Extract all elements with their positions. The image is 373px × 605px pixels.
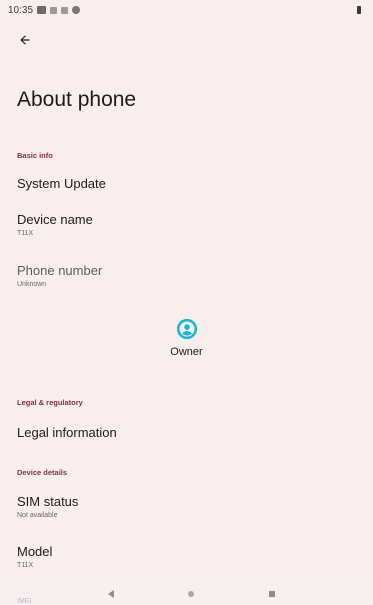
status-left: 10:35 [8,4,81,16]
square-icon [269,591,275,597]
legal-information-title: Legal information [17,425,117,440]
section-header-legal: Legal & regulatory [17,398,83,407]
legal-information-item[interactable]: Legal information [0,425,373,441]
phone-number-item[interactable]: Phone number Unknown [0,263,373,289]
back-button[interactable] [12,28,38,52]
system-update-item[interactable]: System Update [0,176,373,192]
device-name-title: Device name [17,212,93,227]
sim-icon [61,6,69,14]
page-title: About phone [17,88,137,111]
notification-icon [37,6,47,14]
triangle-left-icon [108,590,114,598]
status-time: 10:35 [8,4,34,16]
nav-recents-button[interactable] [265,587,279,601]
sim-status-summary: Not available [17,512,58,519]
system-update-title: System Update [17,176,106,191]
account-circle-icon [176,318,197,340]
settings-icon [72,6,81,14]
model-item[interactable]: Model T11X [0,544,373,570]
status-bar: 10:35 [0,0,373,20]
arrow-left-icon [20,35,30,45]
section-header-basic-info: Basic info [17,151,53,160]
partial-imei-text: IMEI [17,598,32,605]
device-name-item[interactable]: Device name T11X [0,212,373,238]
nav-back-button[interactable] [104,587,118,601]
model-summary: T11X [17,562,34,569]
navigation-bar [0,582,373,605]
owner-block[interactable]: Owner [0,318,373,358]
owner-label: Owner [170,346,203,358]
nav-home-button[interactable] [184,587,198,601]
model-title: Model [17,544,53,559]
battery-icon [357,6,361,14]
device-name-summary: T11X [17,230,34,237]
phone-number-title: Phone number [17,263,103,278]
wifi-icon [50,6,58,14]
phone-number-summary: Unknown [17,281,47,288]
sim-status-title: SIM status [17,494,79,509]
circle-icon [188,591,194,597]
section-header-device-details: Device details [17,468,68,477]
sim-status-item[interactable]: SIM status Not available [0,494,373,520]
